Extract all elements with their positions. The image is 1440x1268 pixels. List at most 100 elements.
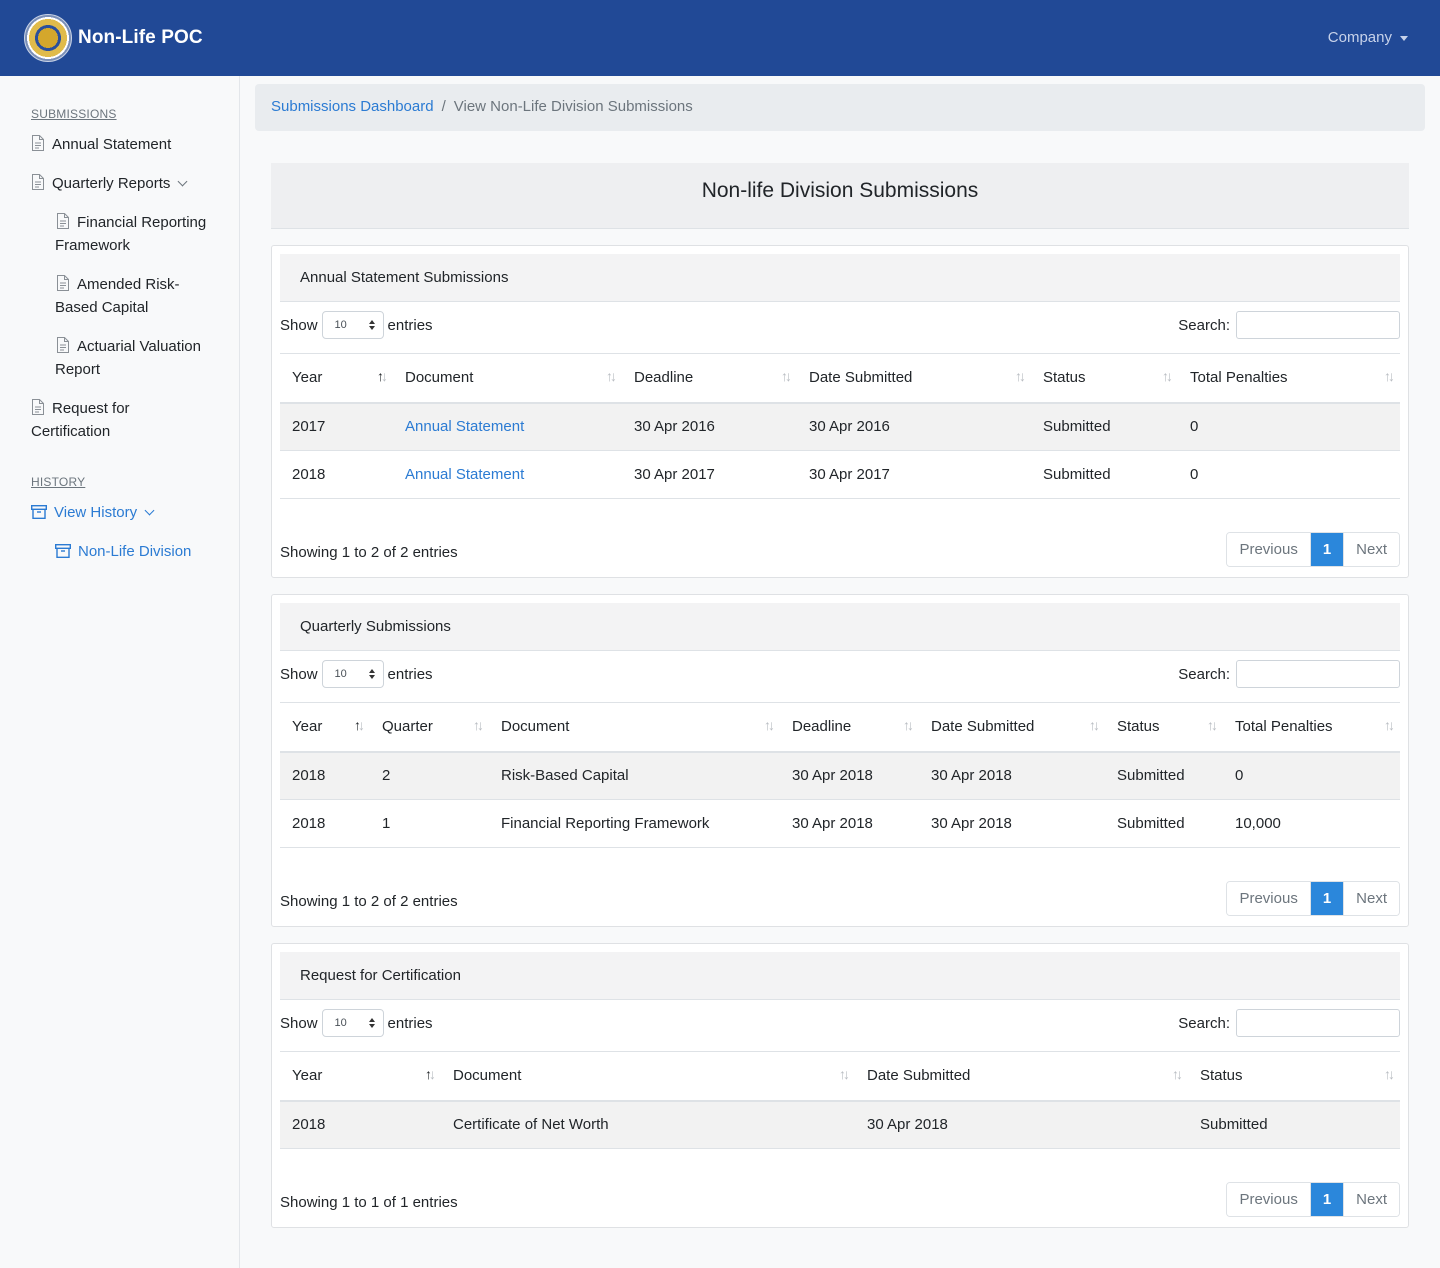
- column-header-document[interactable]: Document ↑↓: [393, 353, 622, 404]
- page-1-button[interactable]: 1: [1310, 1183, 1344, 1216]
- page-1-button[interactable]: 1: [1310, 533, 1344, 566]
- sort-icon: ↑↓: [1089, 717, 1100, 733]
- company-dropdown[interactable]: Company: [1328, 29, 1408, 46]
- column-header-deadline[interactable]: Deadline ↑↓: [622, 353, 797, 404]
- column-header-year[interactable]: Year ↑↓: [280, 353, 393, 404]
- top-navbar: Non-Life POC Company: [0, 0, 1440, 76]
- search-control: Search:: [1178, 1009, 1400, 1037]
- sidebar-item-label: Financial Reporting: [77, 214, 207, 231]
- show-label: Show: [280, 316, 318, 334]
- column-header-label: Year: [292, 718, 323, 736]
- breadcrumb: Submissions Dashboard / View Non-Life Divi…: [255, 84, 1425, 131]
- page-title: Non-life Division Submissions: [271, 163, 1409, 229]
- cell-quarter: 2: [370, 751, 489, 800]
- document-link[interactable]: Annual Statement: [405, 418, 524, 435]
- sidebar-item-annual-statement[interactable]: Annual Statement: [31, 133, 171, 156]
- cell-year: 2018: [280, 450, 393, 499]
- column-header-document[interactable]: Document ↑↓: [441, 1051, 855, 1102]
- column-header-label: Deadline: [792, 718, 852, 736]
- search-input[interactable]: [1236, 660, 1400, 688]
- cell-total-penalties: 0: [1223, 751, 1400, 800]
- sidebar-item-non-life-division[interactable]: Non-Life Division: [55, 540, 191, 563]
- column-header-year[interactable]: Year ↑↓: [280, 1051, 441, 1102]
- request-for-certification-card: Request for Certification Show 10 entrie…: [271, 943, 1409, 1228]
- column-header-status[interactable]: Status ↑↓: [1031, 353, 1178, 404]
- table-row: 2018 1 Financial Reporting Framework 30 …: [280, 799, 1400, 848]
- table-header-row: Year ↑↓ Document ↑↓ Deadline ↑↓ Date Submit…: [280, 353, 1400, 404]
- column-header-label: Date Submitted: [931, 718, 1035, 736]
- column-header-status[interactable]: Status ↑↓: [1188, 1051, 1400, 1102]
- entries-label: entries: [387, 665, 433, 683]
- cell-date-submitted: 30 Apr 2017: [797, 450, 1031, 499]
- previous-page-button[interactable]: Previous: [1227, 533, 1311, 566]
- page-1-button[interactable]: 1: [1310, 882, 1344, 915]
- cell-year: 2018: [280, 1100, 441, 1149]
- pagination: Previous 1 Next: [1226, 1182, 1400, 1217]
- column-header-date-submitted[interactable]: Date Submitted ↑↓: [855, 1051, 1188, 1102]
- cell-document: Annual Statement: [393, 450, 622, 499]
- column-header-total-penalties[interactable]: Total Penalties ↑↓: [1223, 702, 1400, 753]
- column-header-date-submitted[interactable]: Date Submitted ↑↓: [797, 353, 1031, 404]
- entries-label: entries: [387, 1014, 433, 1032]
- column-header-document[interactable]: Document ↑↓: [489, 702, 780, 753]
- chevron-down-icon: [144, 505, 155, 516]
- sidebar-item-label: Annual Statement: [52, 136, 172, 153]
- cell-year: 2018: [280, 751, 370, 800]
- search-control: Search:: [1178, 660, 1400, 688]
- search-input[interactable]: [1236, 311, 1400, 339]
- search-label: Search:: [1178, 665, 1230, 683]
- cell-document: Certificate of Net Worth: [441, 1100, 855, 1149]
- sort-icon: ↑↓: [1162, 368, 1173, 384]
- column-header-label: Date Submitted: [809, 369, 913, 387]
- cell-document: Financial Reporting Framework: [489, 799, 780, 848]
- column-header-deadline[interactable]: Deadline ↑↓: [780, 702, 919, 753]
- sidebar-item-financial-reporting-framework[interactable]: Financial Reporting Framework: [55, 211, 225, 257]
- document-icon: [57, 337, 69, 353]
- company-label: Company: [1327, 29, 1392, 46]
- cell-deadline: 30 Apr 2018: [780, 799, 919, 848]
- column-header-label: Document: [405, 369, 474, 387]
- column-header-label: Deadline: [634, 369, 694, 387]
- column-header-label: Total Penalties: [1235, 718, 1333, 736]
- search-input[interactable]: [1236, 1009, 1400, 1037]
- pagination: Previous 1 Next: [1226, 532, 1400, 567]
- entries-select[interactable]: 10: [321, 311, 384, 339]
- search-label: Search:: [1178, 1014, 1230, 1032]
- next-page-button[interactable]: Next: [1343, 882, 1399, 915]
- sidebar-item-view-history[interactable]: View History: [31, 501, 155, 524]
- entries-select[interactable]: 10: [321, 660, 384, 688]
- sidebar-item-label: Non-Life Division: [78, 543, 192, 560]
- column-header-quarter[interactable]: Quarter ↑↓: [370, 702, 489, 753]
- sidebar-item-quarterly-reports[interactable]: Quarterly Reports: [31, 172, 188, 195]
- entries-select[interactable]: 10: [321, 1009, 384, 1037]
- sort-icon: ↑↓: [1384, 1066, 1395, 1082]
- sort-icon: ↑↓: [1015, 368, 1026, 384]
- document-icon: [32, 174, 44, 190]
- document-link[interactable]: Annual Statement: [405, 466, 524, 483]
- column-header-total-penalties[interactable]: Total Penalties ↑↓: [1178, 353, 1400, 404]
- document-icon: [57, 275, 69, 291]
- column-header-date-submitted[interactable]: Date Submitted ↑↓: [919, 702, 1105, 753]
- sidebar-item-label: View History: [54, 504, 138, 521]
- column-header-year[interactable]: Year ↑↓: [280, 702, 370, 753]
- cell-year: 2018: [280, 799, 370, 848]
- sidebar-item-actuarial-valuation-report[interactable]: Actuarial Valuation Report: [55, 335, 225, 381]
- archive-icon: [55, 544, 71, 558]
- column-header-label: Status: [1200, 1067, 1243, 1085]
- quarterly-submissions-table: Year ↑↓ Quarter ↑↓ Document ↑↓ Deadline ↑↓ D…: [280, 702, 1400, 848]
- sidebar-item-request-for-certification[interactable]: Request for Certification: [31, 397, 221, 443]
- length-control: Show 10 entries: [280, 311, 433, 339]
- table-row: 2018 Certificate of Net Worth 30 Apr 201…: [280, 1100, 1400, 1149]
- cell-status: Submitted: [1105, 799, 1223, 848]
- next-page-button[interactable]: Next: [1343, 1183, 1399, 1216]
- breadcrumb-link-dashboard[interactable]: Submissions Dashboard: [271, 98, 434, 115]
- previous-page-button[interactable]: Previous: [1227, 882, 1311, 915]
- previous-page-button[interactable]: Previous: [1227, 1183, 1311, 1216]
- table-info: Showing 1 to 2 of 2 entries: [280, 544, 458, 561]
- sidebar-item-amended-risk-based-capital[interactable]: Amended Risk- Based Capital: [55, 273, 225, 319]
- brand[interactable]: Non-Life POC: [24, 14, 203, 62]
- search-control: Search:: [1178, 311, 1400, 339]
- next-page-button[interactable]: Next: [1343, 533, 1399, 566]
- column-header-status[interactable]: Status ↑↓: [1105, 702, 1223, 753]
- table-info: Showing 1 to 2 of 2 entries: [280, 893, 458, 910]
